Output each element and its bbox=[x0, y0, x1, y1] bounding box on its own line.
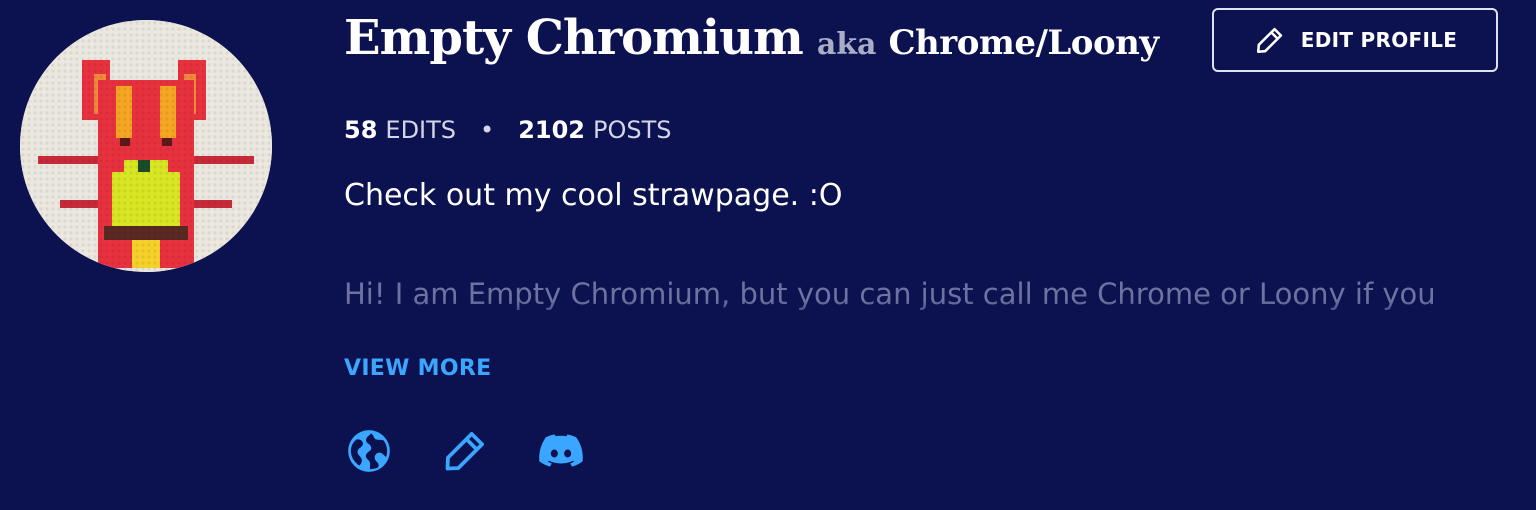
pencil-icon[interactable] bbox=[440, 426, 490, 476]
profile-name-row: Empty Chromium aka Chrome/Loony bbox=[344, 10, 1159, 66]
view-more-link[interactable]: VIEW MORE bbox=[344, 356, 491, 381]
stats-separator: • bbox=[480, 116, 495, 144]
edits-label[interactable]: EDITS bbox=[385, 116, 456, 144]
discord-icon[interactable] bbox=[536, 426, 586, 476]
display-name: Empty Chromium bbox=[344, 10, 804, 66]
avatar[interactable] bbox=[20, 20, 272, 272]
posts-label[interactable]: POSTS bbox=[593, 116, 672, 144]
aka-label: aka bbox=[816, 27, 877, 62]
alternate-name: Chrome/Loony bbox=[888, 23, 1160, 63]
globe-icon[interactable] bbox=[344, 426, 394, 476]
avatar-image bbox=[20, 20, 272, 272]
edit-profile-button[interactable]: EDIT PROFILE bbox=[1212, 8, 1498, 72]
bio-fade-overlay bbox=[330, 300, 1510, 340]
edit-profile-label: EDIT PROFILE bbox=[1300, 28, 1458, 52]
profile-tagline: Check out my cool strawpage. :O bbox=[344, 178, 843, 213]
pencil-icon bbox=[1256, 27, 1282, 54]
posts-count: 2102 bbox=[518, 116, 585, 144]
edits-count: 58 bbox=[344, 116, 378, 144]
profile-stats: 58 EDITS • 2102 POSTS bbox=[344, 116, 671, 144]
social-links bbox=[344, 426, 586, 476]
profile-header: Empty Chromium aka Chrome/Loony EDIT PRO… bbox=[0, 0, 1536, 510]
